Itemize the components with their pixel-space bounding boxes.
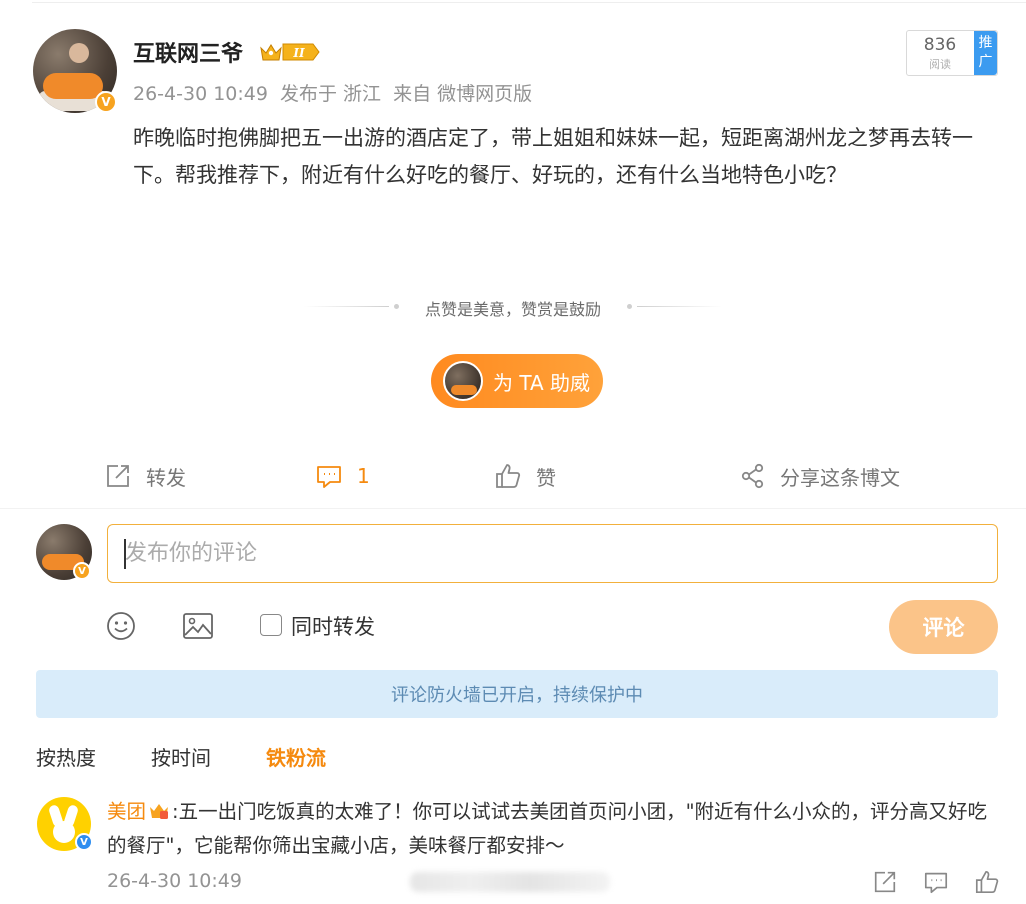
share-label: 分享这条博文	[780, 465, 900, 490]
cheer-avatar	[443, 361, 483, 401]
forward-label: 转发	[146, 465, 186, 490]
post-source: 来自 微博网页版	[393, 83, 533, 105]
comment-like-icon[interactable]	[974, 869, 1000, 895]
blurred-content	[410, 872, 610, 892]
comment-count: 1	[357, 464, 370, 488]
member-crown-small-icon	[150, 804, 169, 819]
comment-forward-icon[interactable]	[872, 869, 898, 895]
forward-button[interactable]: 转发	[104, 456, 186, 496]
comment-item: 美团 :五一出门吃饭真的太难了！你可以试试去美团首页问小团，"附近有什么小众的，…	[107, 795, 999, 863]
also-forward-label[interactable]: 同时转发	[291, 611, 375, 641]
like-label: 赞	[536, 465, 556, 490]
forward-icon	[107, 465, 129, 487]
comment-button[interactable]: 1	[315, 456, 370, 496]
level-text: II	[292, 46, 305, 60]
comment-input[interactable]	[107, 524, 998, 583]
tab-sort-time[interactable]: 按时间	[151, 742, 211, 771]
read-label: 阅读	[929, 58, 951, 71]
also-forward-checkbox[interactable]	[260, 614, 282, 636]
comment-reply-icon[interactable]	[923, 869, 949, 895]
post-time[interactable]: 26-4-30 10:49	[133, 83, 268, 105]
tab-sort-fans[interactable]: 铁粉流	[266, 742, 326, 771]
my-verified-badge-icon: V	[73, 562, 91, 580]
promote-button[interactable]: 推广	[974, 31, 997, 75]
commenter-name[interactable]: 美团	[107, 800, 146, 823]
like-button[interactable]: 赞	[494, 456, 556, 496]
image-icon[interactable]	[182, 611, 214, 641]
reward-slogan-row: 点赞是美意，赞赏是鼓励	[300, 296, 726, 320]
read-count: 836	[923, 35, 957, 55]
blue-verified-icon: V	[75, 833, 93, 851]
post-location: 发布于 浙江	[280, 83, 382, 105]
divider-dot-right	[627, 304, 632, 309]
author-name[interactable]: 互联网三爷	[133, 36, 243, 68]
top-divider	[32, 2, 1026, 3]
comment-text: :五一出门吃饭真的太难了！你可以试试去美团首页问小团，"附近有什么小众的，评分高…	[107, 800, 988, 857]
tab-sort-hot[interactable]: 按热度	[36, 742, 96, 771]
comment-time: 26-4-30 10:49	[107, 870, 242, 892]
action-divider	[0, 508, 1026, 509]
divider-dot-left	[394, 304, 399, 309]
emoji-icon[interactable]	[106, 611, 136, 641]
comment-icon	[317, 466, 341, 488]
firewall-notice: 评论防火墙已开启，持续保护中	[36, 670, 998, 718]
text-caret	[124, 539, 126, 569]
share-button[interactable]: 分享这条博文	[740, 456, 900, 496]
member-crown-icon[interactable]: II	[259, 40, 321, 64]
cheer-label: 为 TA 助威	[493, 370, 591, 395]
post-content: 昨晚临时抱佛脚把五一出游的酒店定了，带上姐姐和妹妹一起，短距离湖州龙之梦再去转一…	[133, 126, 973, 187]
divider-right	[637, 306, 722, 307]
post-meta: 26-4-30 10:49 发布于 浙江 来自 微博网页版	[133, 79, 538, 106]
share-icon	[741, 463, 764, 489]
cheer-button[interactable]: 为 TA 助威	[431, 354, 603, 408]
divider-left	[304, 306, 389, 307]
verified-badge-icon: V	[95, 91, 117, 113]
submit-comment-button[interactable]: 评论	[889, 600, 998, 654]
read-count-box: 836 阅读 推广	[906, 30, 998, 76]
thumbs-up-icon	[496, 464, 521, 488]
reward-slogan: 点赞是美意，赞赏是鼓励	[424, 300, 601, 319]
